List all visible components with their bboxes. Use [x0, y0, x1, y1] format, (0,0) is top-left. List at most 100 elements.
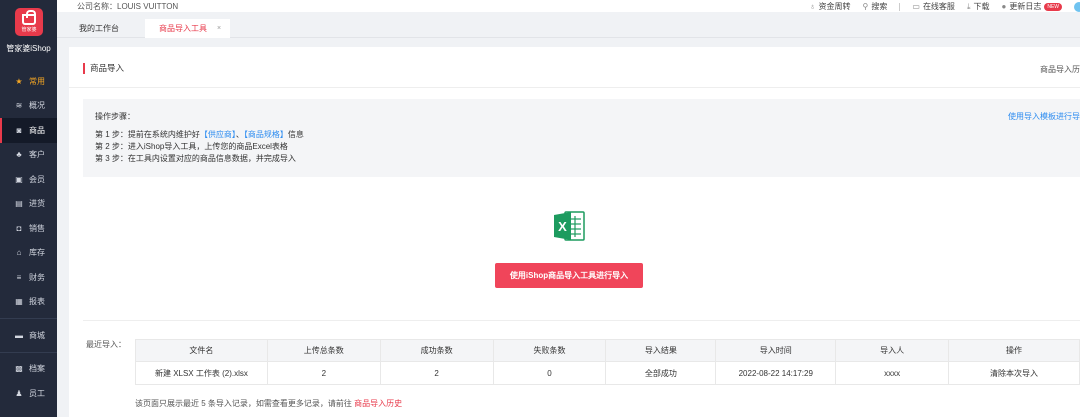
- search-icon: ⚲: [862, 2, 869, 11]
- sidebar-item-label: 库存: [29, 248, 45, 258]
- sidebar-divider: [0, 318, 57, 319]
- sidebar-item-goods[interactable]: ◙ 商品: [0, 118, 57, 143]
- sidebar-item-finance[interactable]: ≡ 财务: [0, 265, 57, 290]
- tab-bar: 我的工作台 商品导入工具 ×: [57, 19, 1080, 38]
- tab-label: 商品导入工具: [159, 24, 207, 33]
- sidebar-item-archive[interactable]: ▩ 档案: [0, 357, 57, 382]
- import-history-link[interactable]: 商品导入历: [1040, 64, 1080, 75]
- goods-icon: ◙: [16, 125, 22, 135]
- sidebar-item-overview[interactable]: ≋ 概况: [0, 94, 57, 119]
- sidebar-item-customer[interactable]: ♣ 客户: [0, 143, 57, 168]
- footnote-text: 该页面只展示最近 5 条导入记录，如需查看更多记录，请前往: [135, 399, 352, 408]
- tab-goods-import-tool[interactable]: 商品导入工具 ×: [145, 19, 230, 38]
- brand-name: 管家婆iShop: [6, 44, 51, 53]
- sidebar-item-label: 销售: [29, 223, 45, 233]
- sidebar-item-label: 概况: [29, 101, 45, 111]
- cart-icon: ▤: [15, 199, 23, 209]
- sidebar-item-member[interactable]: ▣ 会员: [0, 167, 57, 192]
- company-name: 公司名称：LOUIS VUITTON: [77, 2, 179, 11]
- step-2: 第 2 步：进入iShop导入工具，上传您的商品Excel表格: [95, 142, 288, 151]
- fail-count-cell: 0: [492, 361, 607, 385]
- sidebar-item-frequent[interactable]: ★ 常用: [0, 69, 57, 94]
- ishop-import-button[interactable]: 使用iShop商品导入工具进行导入: [495, 263, 643, 288]
- layers-icon: ≋: [15, 101, 23, 111]
- capital-label: 资金周转: [818, 2, 851, 11]
- top-bar: 公司名称：LOUIS VUITTON ♁ 资金周转 ⚲ 搜索 ▭ 在线客服 ⤓ …: [57, 0, 1080, 12]
- sidebar-item-mall[interactable]: ▬ 商城: [0, 323, 57, 348]
- steps-heading: 操作步骤：: [95, 112, 135, 121]
- column-header: 文件名: [135, 339, 268, 362]
- top-actions: ♁ 资金周转 ⚲ 搜索 ▭ 在线客服 ⤓ 下载 ● 更新日志 NEW: [810, 1, 1080, 12]
- changelog-button[interactable]: ● 更新日志 NEW: [1001, 1, 1062, 12]
- sidebar-item-report[interactable]: ▦ 报表: [0, 290, 57, 315]
- sidebar-item-label: 报表: [29, 297, 45, 307]
- template-import-link[interactable]: 使用导入模板进行导: [1008, 111, 1080, 122]
- sidebar-item-label: 常用: [29, 76, 45, 86]
- logo[interactable]: 管家婆: [15, 8, 43, 36]
- sidebar-item-label: 客户: [29, 150, 45, 160]
- supplier-link[interactable]: 【供应商】: [200, 130, 236, 139]
- importer-cell: xxxx: [835, 361, 950, 385]
- total-count-cell: 2: [266, 361, 381, 385]
- online-service-button[interactable]: ▭ 在线客服: [912, 1, 955, 12]
- service-label: 在线客服: [922, 2, 955, 11]
- sidebar-item-label: 进货: [29, 199, 45, 209]
- sale-icon: ◘: [16, 223, 22, 233]
- sidebar-item-sales[interactable]: ◘ 销售: [0, 216, 57, 241]
- download-button[interactable]: ⤓ 下载: [967, 1, 990, 12]
- staff-icon: ♟: [15, 388, 23, 398]
- sidebar-item-label: 员工: [29, 388, 45, 398]
- column-header: 上传总条数: [266, 339, 381, 362]
- new-badge: NEW: [1044, 2, 1062, 11]
- avatar[interactable]: [1074, 1, 1080, 12]
- import-time-cell: 2022-08-22 14:17:29: [715, 361, 837, 385]
- clear-import-link[interactable]: 清除本次导入: [948, 361, 1080, 385]
- search-button[interactable]: ⚲ 搜索: [863, 1, 888, 12]
- svg-text:X: X: [558, 219, 567, 234]
- search-label: 搜索: [871, 2, 888, 11]
- success-count-cell: 2: [379, 361, 494, 385]
- sidebar-item-label: 商品: [29, 125, 45, 135]
- sidebar-menu: ★ 常用 ≋ 概况 ◙ 商品 ♣ 客户 ▣ 会员 ▤ 进货 ◘ 销售 ⌂ 库存: [0, 69, 57, 406]
- main-content: 商品导入 商品导入历 操作步骤： 使用导入模板进行导 第 1 步：提前在系统内维…: [69, 47, 1080, 417]
- finance-icon: ≡: [16, 272, 22, 282]
- sidebar-item-staff[interactable]: ♟ 员工: [0, 381, 57, 406]
- money-bag-icon: ♁: [809, 2, 816, 11]
- table-header-row: 文件名 上传总条数 成功条数 失败条数 导入结果 导入时间 导入人 操作: [135, 339, 1080, 362]
- recent-imports-table: 文件名 上传总条数 成功条数 失败条数 导入结果 导入时间 导入人 操作 新建 …: [135, 339, 1080, 385]
- chat-icon: ▭: [912, 2, 920, 11]
- divider: [83, 320, 1080, 321]
- sidebar-item-purchase[interactable]: ▤ 进货: [0, 192, 57, 217]
- shopping-bag-icon: [22, 9, 36, 25]
- close-icon[interactable]: ×: [217, 25, 221, 32]
- step-text: 、: [235, 130, 244, 139]
- recent-imports-label: 最近导入：: [86, 340, 126, 349]
- customer-icon: ♣: [16, 150, 22, 160]
- star-icon: ★: [15, 76, 23, 86]
- warehouse-icon: ⌂: [16, 248, 22, 258]
- changelog-label: 更新日志: [1009, 2, 1042, 11]
- divider: [899, 2, 901, 11]
- goods-spec-link[interactable]: 【商品规格】: [244, 130, 288, 139]
- step-text: 第 1 步：提前在系统内维护好: [95, 130, 200, 139]
- sidebar-item-label: 财务: [29, 272, 45, 282]
- tab-workbench[interactable]: 我的工作台: [79, 19, 119, 38]
- capital-button[interactable]: ♁ 资金周转: [810, 1, 851, 12]
- import-history-footer-link[interactable]: 商品导入历史: [354, 399, 402, 408]
- sidebar-divider: [0, 351, 57, 353]
- table-row: 新建 XLSX 工作表 (2).xlsx 2 2 0 全部成功 2022-08-…: [135, 361, 1080, 385]
- page-title: 商品导入: [83, 63, 124, 74]
- file-name-cell: 新建 XLSX 工作表 (2).xlsx: [135, 361, 268, 385]
- sidebar-item-label: 档案: [29, 364, 45, 374]
- sidebar-item-inventory[interactable]: ⌂ 库存: [0, 241, 57, 266]
- download-icon: ⤓: [966, 1, 971, 11]
- column-header: 导入人: [835, 339, 950, 362]
- steps-panel: 操作步骤： 使用导入模板进行导 第 1 步：提前在系统内维护好【供应商】、【商品…: [83, 99, 1080, 177]
- divider: [69, 87, 1080, 88]
- archive-icon: ▩: [15, 364, 23, 374]
- column-header: 导入时间: [715, 339, 837, 362]
- update-icon: ●: [1001, 2, 1007, 11]
- result-cell: 全部成功: [605, 361, 717, 385]
- download-label: 下载: [973, 2, 990, 11]
- mall-icon: ▬: [15, 330, 23, 340]
